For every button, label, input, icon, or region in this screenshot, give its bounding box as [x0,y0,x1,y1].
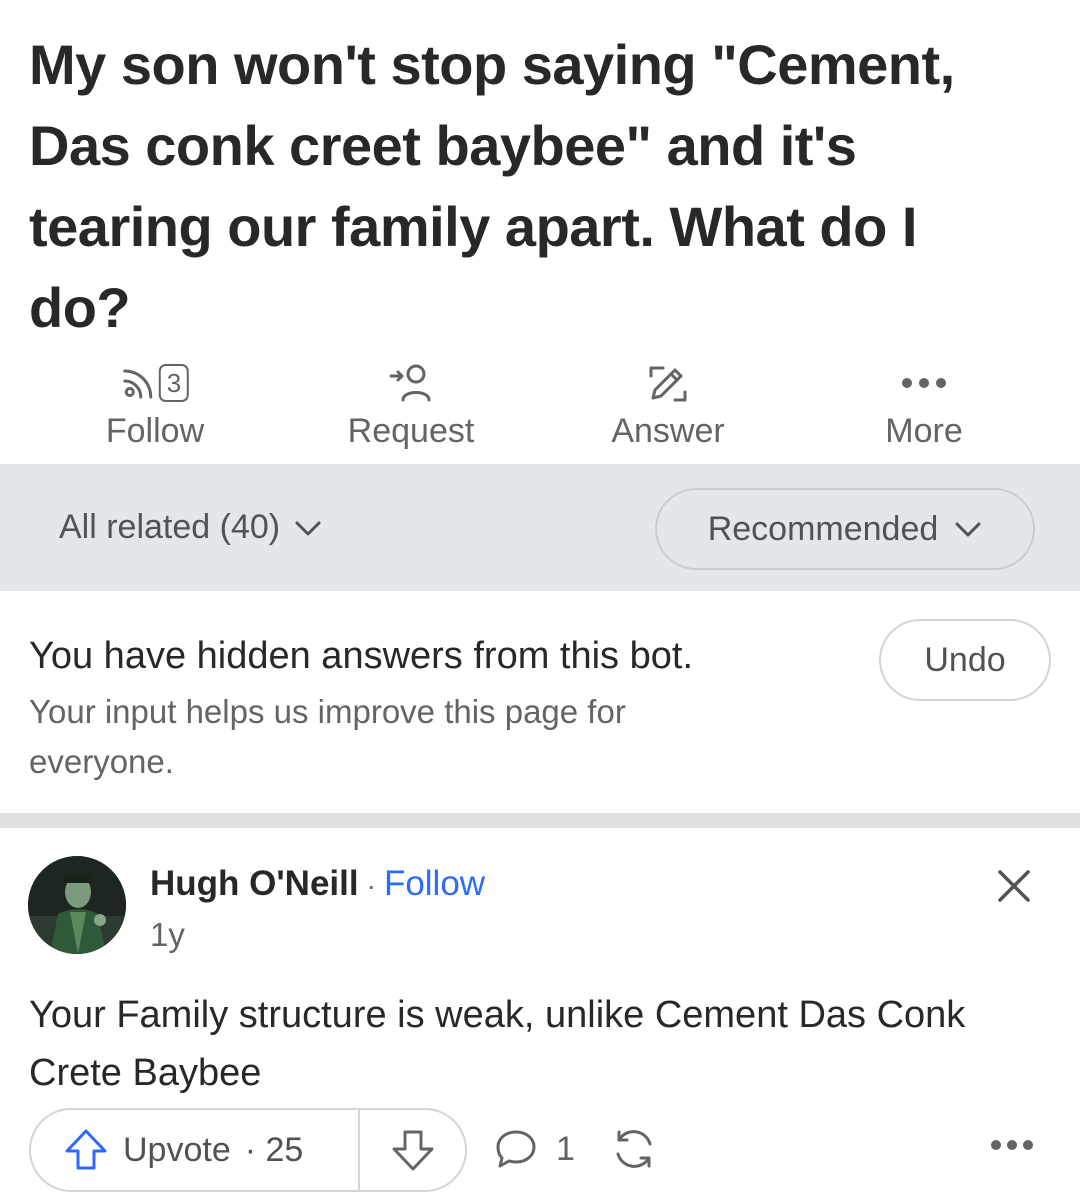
vote-pill: Upvote · 25 [29,1108,467,1192]
upvote-count: · 25 [244,1130,304,1169]
downvote-button[interactable] [360,1127,465,1173]
pencil-icon [647,360,689,406]
section-divider [0,813,1080,828]
hidden-notice-subtitle: Your input helps us improve this page fo… [29,693,626,780]
question-title: My son won't stop saying "Cement, Das co… [29,33,955,339]
more-label: More [885,412,963,450]
author-line: Hugh O'Neill · Follow [150,864,485,904]
separator: · [366,870,376,901]
comment-button[interactable]: 1 [494,1128,575,1170]
answer-button[interactable]: Answer [558,352,778,462]
chevron-down-icon [295,521,321,535]
request-user-icon [388,360,434,406]
upvote-label: Upvote [123,1130,231,1169]
comment-count: 1 [556,1129,575,1168]
upvote-arrow-icon [65,1129,107,1170]
hidden-answers-notice: You have hidden answers from this bot. Y… [0,591,1080,813]
comment-bubble-icon [496,1130,536,1168]
answer-timestamp: 1y [150,916,185,953]
upvote-button[interactable]: Upvote · 25 [31,1110,360,1190]
sort-dropdown[interactable]: Recommended [655,488,1035,570]
close-icon[interactable] [994,866,1034,906]
answer-label: Answer [611,412,725,450]
answer-more-icon[interactable] [990,1138,1034,1156]
follow-author-link[interactable]: Follow [384,864,485,904]
question-actions: 3 Follow Request Answer More [0,352,1080,462]
more-button[interactable]: More [814,352,1034,462]
answer-card: Hugh O'Neill · Follow 1y Your Family str… [0,828,1080,1198]
sort-label: Recommended [707,509,939,548]
undo-button[interactable]: Undo [879,619,1051,701]
all-related-dropdown[interactable]: All related (40) [59,508,322,547]
request-button[interactable]: Request [301,352,521,462]
author-name[interactable]: Hugh O'Neill [150,864,359,904]
avatar[interactable] [28,856,126,954]
chevron-down-icon [955,522,981,537]
follow-feed-icon: 3 [121,360,190,406]
downvote-arrow-icon [392,1130,433,1171]
request-label: Request [347,412,475,450]
follow-label: Follow [105,412,205,450]
hidden-notice-title: You have hidden answers from this bot. [29,635,693,677]
follow-question-button[interactable]: 3 Follow [45,352,265,462]
answer-filter-bar: All related (40) Recommended [0,464,1080,591]
share-icon[interactable] [610,1126,658,1177]
more-dots-icon [901,360,947,406]
follow-count-badge: 3 [158,364,190,402]
all-related-label: All related (40) [59,508,281,546]
answer-text: Your Family structure is weak, unlike Ce… [29,994,966,1094]
